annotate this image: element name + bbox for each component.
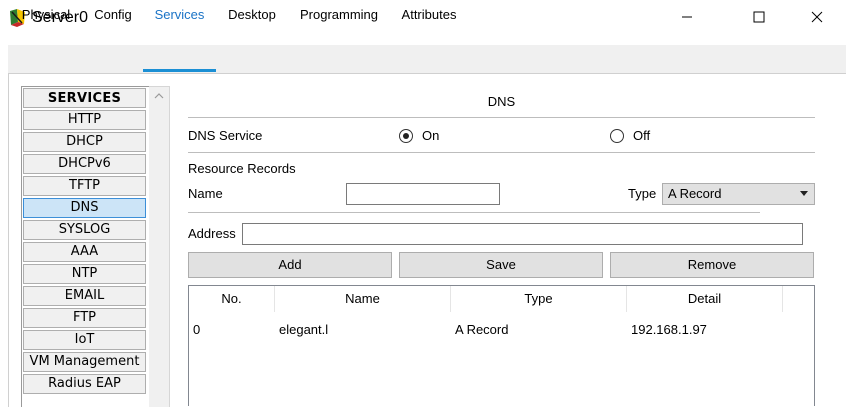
maximize-button[interactable] bbox=[736, 0, 782, 34]
service-radius-eap[interactable]: Radius EAP bbox=[23, 374, 146, 394]
service-tftp[interactable]: TFTP bbox=[23, 176, 146, 196]
close-icon bbox=[811, 11, 823, 23]
service-http[interactable]: HTTP bbox=[23, 110, 146, 130]
tab-services[interactable]: Services bbox=[145, 0, 214, 28]
type-select-value: A Record bbox=[668, 186, 722, 201]
tab-config[interactable]: Config bbox=[88, 0, 138, 28]
chevron-up-icon[interactable] bbox=[153, 91, 165, 101]
service-aaa[interactable]: AAA bbox=[23, 242, 146, 262]
service-dns[interactable]: DNS bbox=[23, 198, 146, 218]
tab-attributes[interactable]: Attributes bbox=[394, 0, 464, 28]
address-input[interactable] bbox=[242, 223, 803, 245]
maximize-icon bbox=[753, 11, 765, 23]
dns-on-label[interactable]: On bbox=[422, 127, 439, 145]
column-header-no[interactable]: No. bbox=[189, 286, 275, 312]
tab-physical[interactable]: Physical bbox=[16, 0, 76, 28]
service-dhcpv6[interactable]: DHCPv6 bbox=[23, 154, 146, 174]
divider bbox=[188, 212, 760, 213]
minimize-button[interactable] bbox=[664, 0, 710, 34]
name-label: Name bbox=[188, 186, 223, 201]
close-button[interactable] bbox=[794, 0, 840, 34]
service-ntp[interactable]: NTP bbox=[23, 264, 146, 284]
minimize-icon bbox=[682, 16, 692, 18]
dns-on-radio[interactable] bbox=[399, 129, 413, 143]
service-dhcp[interactable]: DHCP bbox=[23, 132, 146, 152]
name-input[interactable] bbox=[346, 183, 500, 205]
address-label: Address bbox=[188, 226, 236, 241]
column-header-name[interactable]: Name bbox=[275, 286, 451, 312]
services-list-scrollbar[interactable] bbox=[149, 86, 170, 407]
remove-button[interactable]: Remove bbox=[610, 252, 814, 278]
radio-selected-dot bbox=[403, 133, 409, 139]
service-syslog[interactable]: SYSLOG bbox=[23, 220, 146, 240]
row-type: A Record bbox=[455, 322, 509, 337]
dns-section-title: DNS bbox=[487, 94, 516, 109]
row-name: elegant.l bbox=[279, 322, 329, 337]
type-select[interactable]: A Record bbox=[662, 183, 815, 205]
active-tab-indicator bbox=[143, 69, 216, 72]
tab-programming[interactable]: Programming bbox=[293, 0, 385, 28]
save-button[interactable]: Save bbox=[399, 252, 603, 278]
resource-records-label: Resource Records bbox=[188, 161, 296, 176]
service-vm-management[interactable]: VM Management bbox=[23, 352, 146, 372]
divider bbox=[188, 152, 815, 153]
tab-desktop[interactable]: Desktop bbox=[222, 0, 282, 28]
service-ftp[interactable]: FTP bbox=[23, 308, 146, 328]
column-header-detail[interactable]: Detail bbox=[627, 286, 783, 312]
chevron-down-icon bbox=[800, 191, 808, 196]
services-header: SERVICES bbox=[23, 88, 146, 108]
divider bbox=[188, 117, 815, 118]
tab-strip bbox=[8, 45, 846, 73]
service-iot[interactable]: IoT bbox=[23, 330, 146, 350]
row-no: 0 bbox=[193, 322, 201, 337]
dns-off-label[interactable]: Off bbox=[633, 127, 650, 145]
dns-off-radio[interactable] bbox=[610, 129, 624, 143]
column-header-type[interactable]: Type bbox=[451, 286, 627, 312]
service-email[interactable]: EMAIL bbox=[23, 286, 146, 306]
type-label: Type bbox=[628, 186, 657, 201]
row-detail: 192.168.1.97 bbox=[631, 322, 707, 337]
add-button[interactable]: Add bbox=[188, 252, 392, 278]
dns-service-label: DNS Service bbox=[188, 128, 263, 143]
